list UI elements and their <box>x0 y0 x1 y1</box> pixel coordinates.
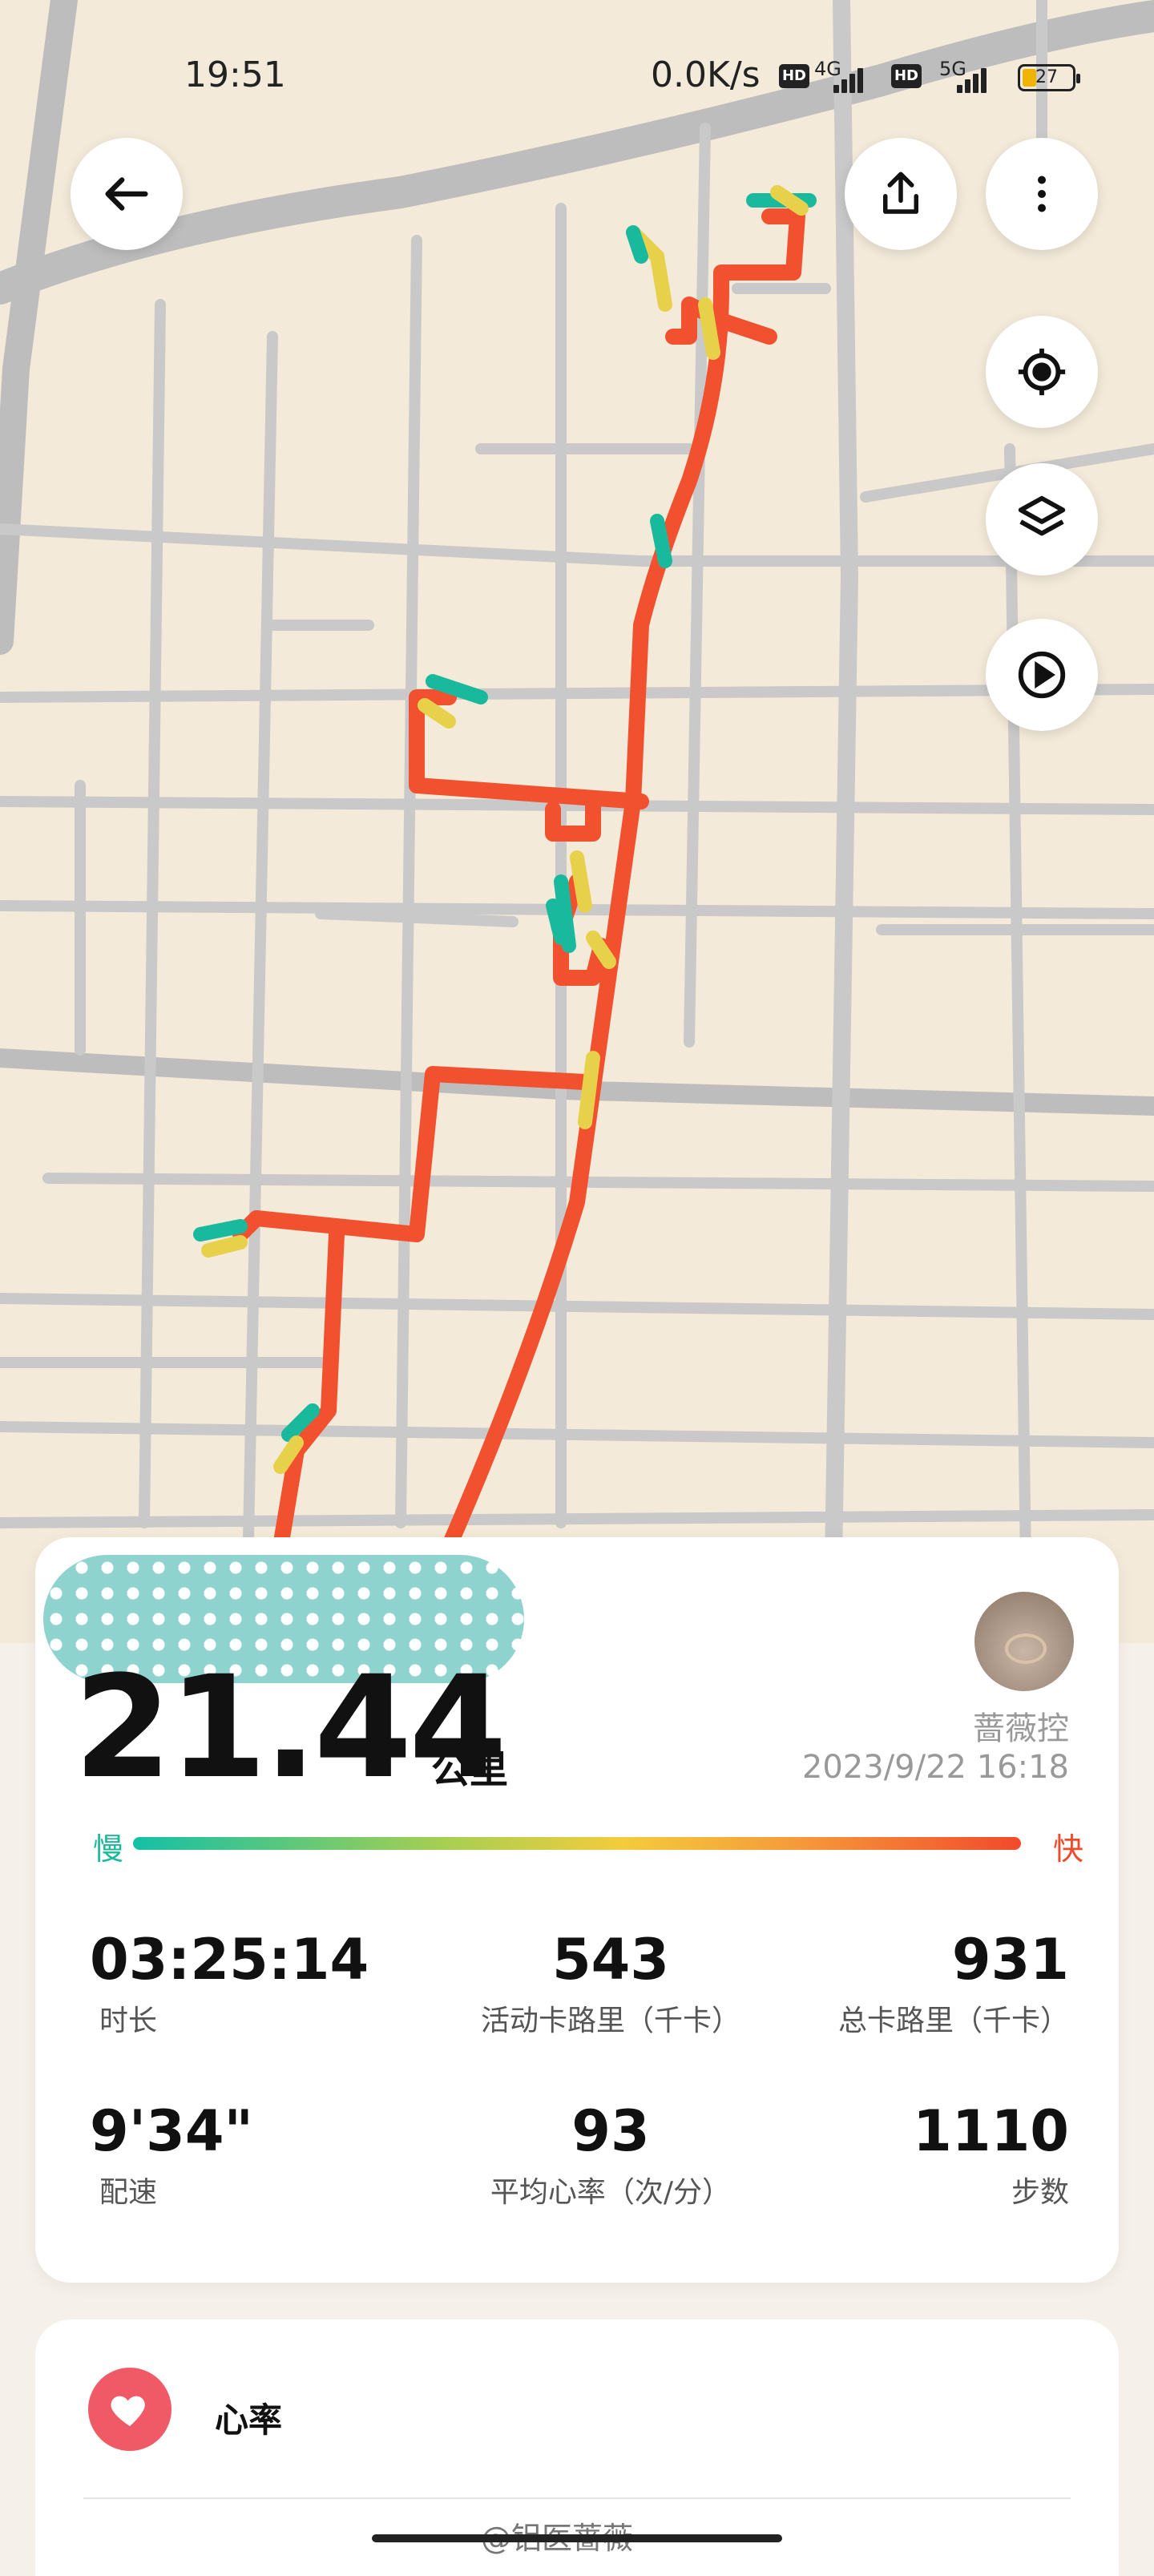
battery-level: 27 <box>1035 67 1058 87</box>
more-vertical-icon <box>1038 176 1046 212</box>
signal-icon <box>833 64 870 93</box>
status-time: 19:51 <box>184 55 286 95</box>
steps-value: 1110 <box>913 2098 1069 2164</box>
duration-label: 时长 <box>99 2005 158 2037</box>
active-calories-value: 543 <box>551 1927 670 1993</box>
duration-value: 03:25:14 <box>90 1927 369 1993</box>
share-button[interactable] <box>845 138 957 250</box>
heart-badge <box>88 2368 171 2451</box>
layers-icon <box>1018 495 1066 536</box>
crosshair-icon <box>1018 348 1066 396</box>
total-calories-value: 931 <box>951 1927 1069 1993</box>
pace-value: 9'34" <box>90 2098 254 2164</box>
avatar-detail <box>1005 1633 1047 1664</box>
more-button[interactable] <box>986 138 1098 250</box>
workout-datetime: 2023/9/22 16:18 <box>801 1749 1069 1786</box>
home-indicator[interactable] <box>372 2534 782 2542</box>
status-bar: 19:51 0.0K/s HD 4G HD 5G 27 <box>0 0 1154 160</box>
battery-icon: 27 <box>1018 64 1080 91</box>
avg-heart-rate-label: 平均心率（次/分） <box>490 2176 732 2209</box>
layers-button[interactable] <box>986 463 1098 575</box>
divider <box>83 2497 1071 2499</box>
signal-icon-2 <box>957 64 994 93</box>
heart-rate-title: 心率 <box>215 2400 283 2440</box>
pace-slow-label: 慢 <box>93 1831 124 1867</box>
network-speed: 0.0K/s <box>651 55 761 95</box>
play-button[interactable] <box>986 619 1098 731</box>
avg-heart-rate-value: 93 <box>571 2098 650 2164</box>
play-icon <box>1018 651 1066 699</box>
locate-button[interactable] <box>986 316 1098 428</box>
share-icon <box>883 172 918 214</box>
distance-unit: 公里 <box>431 1747 509 1792</box>
total-calories-label: 总卡路里（千卡） <box>837 2005 1069 2037</box>
route-map[interactable] <box>0 0 1154 1643</box>
back-button[interactable] <box>71 138 183 250</box>
pace-gradient-bar <box>133 1837 1021 1850</box>
pace-fast-label: 快 <box>1052 1831 1083 1867</box>
heart-icon <box>111 2396 145 2426</box>
hd-badge-2: HD <box>891 64 922 88</box>
user-name: 蔷薇控 <box>973 1710 1069 1747</box>
active-calories-label: 活动卡路里（千卡） <box>480 2005 740 2037</box>
arrow-left-icon <box>105 177 148 211</box>
steps-label: 步数 <box>1011 2176 1069 2209</box>
pace-label: 配速 <box>99 2176 158 2209</box>
hd-badge: HD <box>779 64 809 88</box>
workout-summary-card: 21.44 公里 蔷薇控 2023/9/22 16:18 慢 快 03:25:1… <box>35 1537 1119 2283</box>
